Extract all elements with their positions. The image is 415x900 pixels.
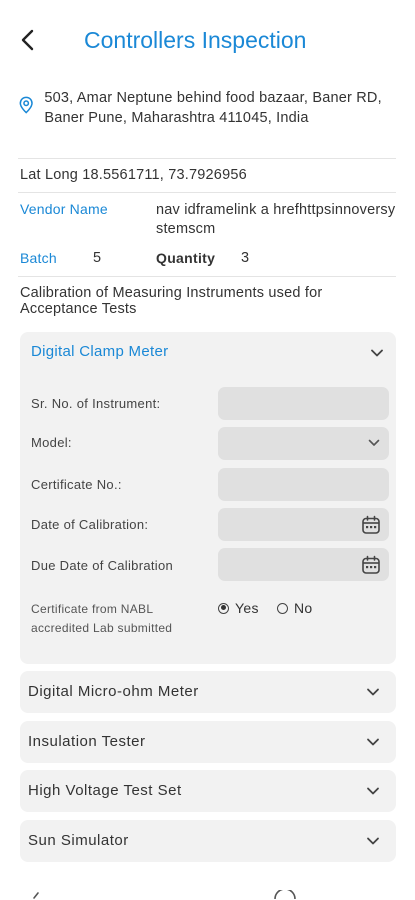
calibration-date-label: Date of Calibration: <box>31 517 149 532</box>
nabl-no-radio[interactable]: No <box>277 600 313 616</box>
radio-selected-icon <box>218 602 229 614</box>
calibration-date-picker[interactable] <box>218 508 389 541</box>
calendar-icon <box>362 515 380 534</box>
vendor-name-label: Vendor Name <box>20 201 108 217</box>
nabl-yes-label: Yes <box>235 600 259 616</box>
site-address: 503, Amar Neptune behind food bazaar, Ba… <box>44 90 382 126</box>
divider <box>18 276 396 277</box>
vendor-name-value: nav idframelink a hrefhttpsinnoversystem… <box>156 202 396 237</box>
nabl-yes-radio[interactable]: Yes <box>218 600 259 616</box>
quantity-value: 3 <box>241 250 250 266</box>
back-button[interactable] <box>14 26 42 54</box>
chevron-down-icon <box>367 688 379 696</box>
instrument-panel-title: Digital Micro-ohm Meter <box>28 683 199 700</box>
nabl-certificate-label: Certificate from NABL accredited Lab sub… <box>31 602 173 635</box>
instrument-panel-sun-simulator[interactable]: Sun Simulator <box>20 820 396 862</box>
chevron-down-icon <box>371 349 383 357</box>
calendar-icon <box>362 555 380 574</box>
chevron-down-icon <box>368 439 380 446</box>
nav-back-icon[interactable] <box>32 890 46 900</box>
due-date-label: Due Date of Calibration <box>31 558 174 573</box>
instrument-panel-title: Digital Clamp Meter <box>31 343 169 360</box>
batch-label: Batch <box>20 250 57 266</box>
calibration-heading: Calibration of Measuring Instruments use… <box>20 285 323 317</box>
instrument-panel-title: Sun Simulator <box>28 832 129 849</box>
serial-number-input[interactable] <box>218 387 389 420</box>
page-title: Controllers Inspection <box>84 27 307 53</box>
model-label: Model: <box>31 435 72 450</box>
chevron-down-icon <box>367 738 379 746</box>
instrument-panel-title: High Voltage Test Set <box>28 782 182 799</box>
chevron-down-icon <box>367 837 379 845</box>
app-header: Controllers Inspection <box>0 0 415 80</box>
certificate-number-label: Certificate No.: <box>31 477 122 492</box>
quantity-label: Quantity <box>156 250 216 266</box>
serial-number-label: Sr. No. of Instrument: <box>31 396 161 411</box>
instrument-panel-digital-clamp-meter: Digital Clamp Meter Sr. No. of Instrumen… <box>20 332 396 664</box>
lat-long-text: Lat Long 18.5561711, 73.7926956 <box>20 167 247 183</box>
nav-home-icon[interactable] <box>272 890 298 900</box>
instrument-panel-title: Insulation Tester <box>28 733 146 750</box>
model-select[interactable] <box>218 427 389 460</box>
certificate-number-input[interactable] <box>218 468 389 501</box>
divider <box>18 192 396 193</box>
divider <box>18 158 396 159</box>
nabl-no-label: No <box>294 600 313 616</box>
instrument-panel-digital-micro-ohm-meter[interactable]: Digital Micro-ohm Meter <box>20 671 396 713</box>
due-date-picker[interactable] <box>218 548 389 581</box>
instrument-panel-header[interactable]: Digital Clamp Meter <box>20 332 396 372</box>
chevron-down-icon <box>367 787 379 795</box>
instrument-panel-high-voltage-test-set[interactable]: High Voltage Test Set <box>20 770 396 812</box>
radio-unselected-icon <box>277 602 288 614</box>
location-pin-icon <box>19 96 33 114</box>
chevron-left-icon <box>21 29 34 51</box>
instrument-panel-insulation-tester[interactable]: Insulation Tester <box>20 721 396 763</box>
batch-value: 5 <box>93 250 102 266</box>
site-address-row: 503, Amar Neptune behind food bazaar, Ba… <box>18 88 398 128</box>
